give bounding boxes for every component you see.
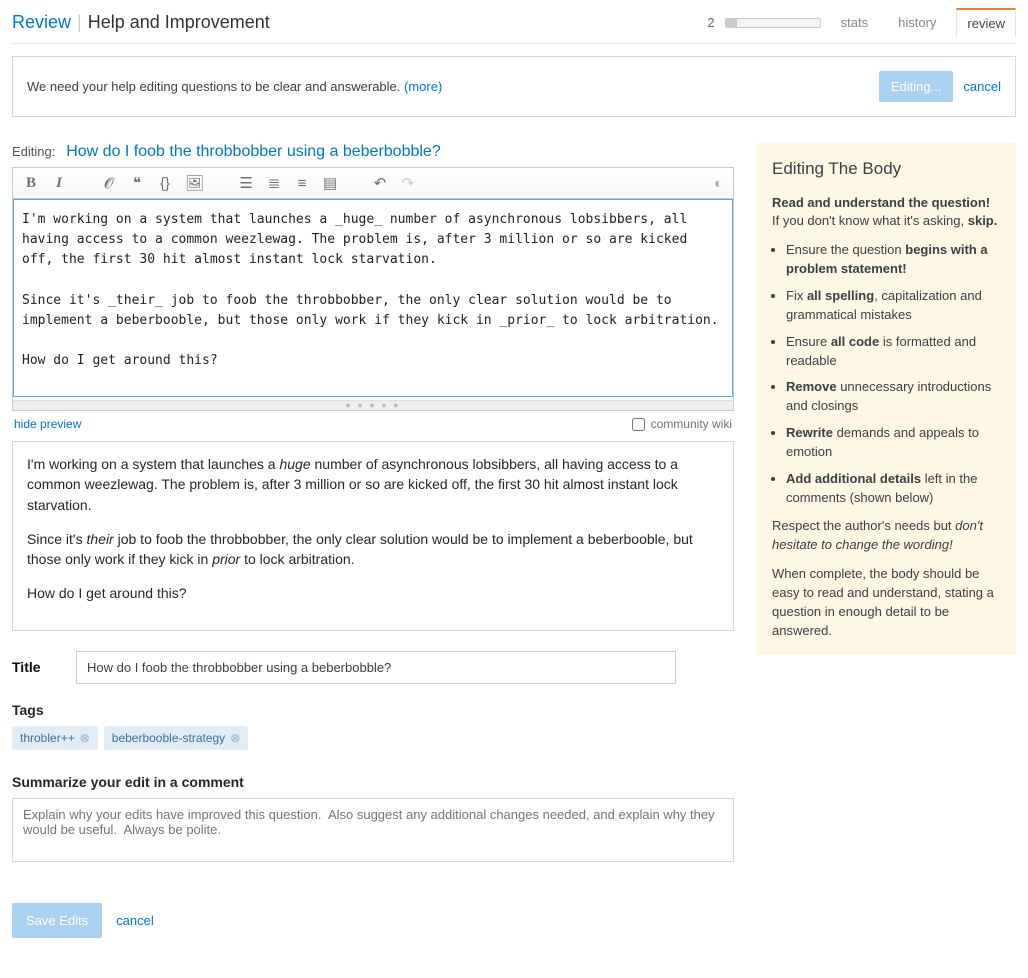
tag-remove-icon[interactable]: ⊗	[230, 731, 240, 745]
community-wiki-label[interactable]: community wiki	[632, 417, 732, 431]
tags-label: Tags	[12, 702, 734, 718]
resize-grip[interactable]: ● ● ● ● ●	[13, 400, 733, 410]
breadcrumb: Review | Help and Improvement	[12, 12, 270, 33]
summary-label: Summarize your edit in a comment	[12, 774, 734, 790]
list-item: Rewrite demands and appeals to emotion	[786, 424, 1000, 462]
page-header: Review | Help and Improvement 2 stats hi…	[12, 8, 1016, 44]
tab-stats[interactable]: stats	[831, 9, 878, 36]
section-title: Help and Improvement	[88, 12, 270, 33]
cancel-button[interactable]: cancel	[116, 913, 154, 928]
editing-button[interactable]: Editing...	[879, 71, 954, 102]
progress-count: 2	[707, 15, 714, 30]
list-item: Add additional details left in the comme…	[786, 470, 1000, 508]
title-label: Title	[12, 659, 56, 675]
ulist-icon[interactable]: ≣	[266, 174, 282, 192]
redo-icon[interactable]: ↷	[400, 174, 416, 192]
image-icon[interactable]: 🖼	[185, 174, 204, 192]
community-wiki-checkbox[interactable]	[632, 418, 645, 431]
list-item: Remove unnecessary introductions and clo…	[786, 378, 1000, 416]
question-title-link[interactable]: How do I foob the throbbobber using a be…	[66, 143, 441, 160]
link-icon[interactable]: 𝓞	[101, 174, 117, 192]
help-sidebar: Editing The Body Read and understand the…	[756, 143, 1016, 655]
edit-summary-input[interactable]	[12, 798, 734, 862]
list-item: Fix all spelling, capitalization and gra…	[786, 287, 1000, 325]
list-item: Ensure the question begins with a proble…	[786, 241, 1000, 279]
review-link[interactable]: Review	[12, 12, 71, 33]
sidebar-title: Editing The Body	[772, 157, 1000, 182]
save-edits-button[interactable]: Save Edits	[12, 903, 102, 938]
hr-icon[interactable]: ▤	[322, 174, 338, 192]
separator: |	[77, 12, 82, 33]
editor-toolbar: B I 𝓞 ❝ {} 🖼 ☰ ≣ ≡ ▤ ↶ ↷	[13, 168, 733, 199]
tag-item[interactable]: beberbooble-strategy⊗	[104, 726, 248, 750]
body-textarea[interactable]: I'm working on a system that launches a …	[13, 199, 733, 397]
undo-icon[interactable]: ↶	[372, 174, 388, 192]
tags-input[interactable]: throbler++⊗ beberbooble-strategy⊗	[12, 726, 734, 750]
list-item: Ensure all code is formatted and readabl…	[786, 333, 1000, 371]
tab-history[interactable]: history	[888, 9, 946, 36]
banner-text: We need your help editing questions to b…	[27, 79, 442, 94]
olist-icon[interactable]: ☰	[238, 174, 254, 192]
body-editor: B I 𝓞 ❝ {} 🖼 ☰ ≣ ≡ ▤ ↶ ↷	[12, 167, 734, 411]
quote-icon[interactable]: ❝	[129, 174, 145, 192]
more-link[interactable]: (more)	[404, 79, 442, 94]
info-banner: We need your help editing questions to b…	[12, 56, 1016, 117]
bold-icon[interactable]: B	[23, 175, 39, 192]
cancel-link[interactable]: cancel	[963, 79, 1001, 94]
editing-line: Editing: How do I foob the throbbobber u…	[12, 143, 734, 161]
hide-preview-link[interactable]: hide preview	[14, 417, 81, 431]
tag-item[interactable]: throbler++⊗	[12, 726, 98, 750]
code-icon[interactable]: {}	[157, 174, 173, 192]
preview-pane: I'm working on a system that launches a …	[12, 441, 734, 631]
heading-icon[interactable]: ≡	[294, 174, 310, 192]
header-right: 2 stats history review	[707, 8, 1016, 37]
title-input[interactable]	[76, 651, 676, 684]
help-icon[interactable]: ◐	[714, 175, 723, 192]
italic-icon[interactable]: I	[51, 175, 67, 192]
tab-review[interactable]: review	[956, 8, 1016, 37]
progress-bar[interactable]	[725, 18, 821, 28]
tag-remove-icon[interactable]: ⊗	[80, 731, 90, 745]
